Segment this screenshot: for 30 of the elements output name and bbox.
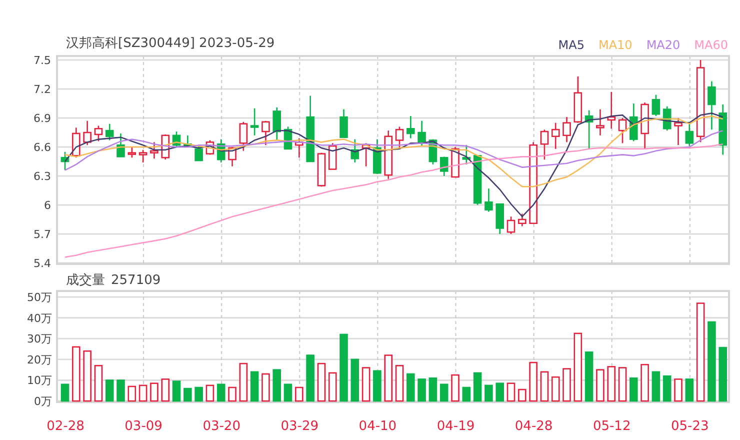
axis-label: 5.7: [34, 228, 51, 241]
axis-label: 03-29: [280, 419, 319, 434]
chart-title: 汉邦高科[SZ300449] 2023-05-29: [66, 35, 275, 52]
axis-label: 0万: [34, 395, 52, 408]
axis-label: 7.2: [34, 83, 51, 96]
volume-label: 成交量: [66, 272, 105, 289]
volume-value: 257109: [111, 272, 161, 288]
axis-label: 6: [44, 199, 51, 212]
axis-label: 04-19: [436, 419, 475, 434]
axis-label: 20万: [27, 353, 52, 366]
axis-label: 04-28: [514, 419, 553, 434]
axis-label: 50万: [27, 291, 52, 304]
axis-label: 02-28: [46, 419, 84, 434]
legend-label: MA20: [646, 38, 680, 52]
axis-label: 6.3: [34, 170, 51, 183]
axis-label: 30万: [27, 332, 52, 346]
axis-label: 40万: [27, 312, 52, 325]
axis-label: 6.9: [34, 112, 51, 125]
axis-label: 05-23: [671, 419, 709, 434]
legend-label: MA5: [558, 38, 584, 52]
legend-label: MA10: [598, 38, 632, 52]
axis-label: 6.6: [34, 141, 51, 154]
axis-label: 05-12: [592, 419, 631, 434]
axis-label: 03-09: [124, 419, 162, 434]
axis-label: 5.4: [34, 257, 51, 270]
legend-label: MA60: [694, 38, 728, 52]
axis-label: 04-10: [358, 419, 397, 434]
axis-label: 03-20: [202, 419, 240, 434]
axis-label: 7.5: [34, 55, 51, 67]
axis-label: 10万: [27, 374, 52, 388]
